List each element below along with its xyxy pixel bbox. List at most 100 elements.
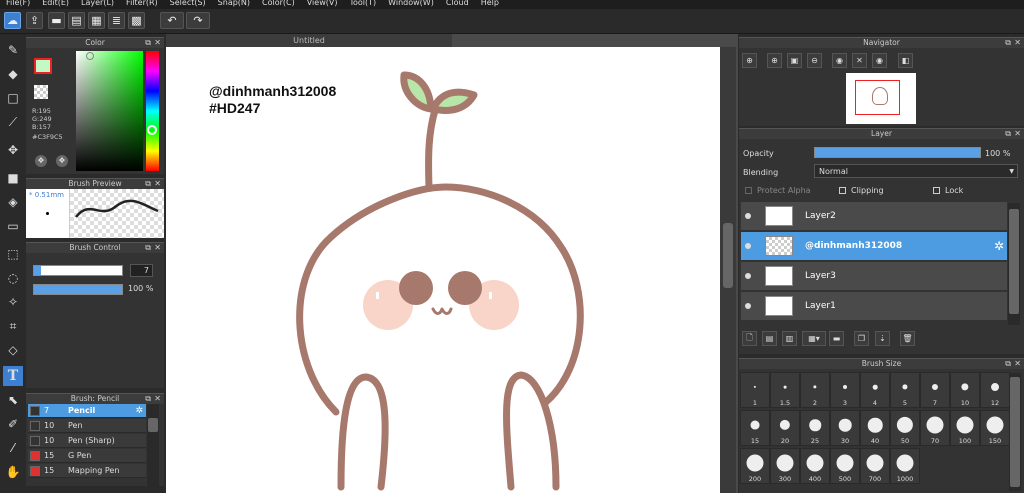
share-icon[interactable]: ⇪: [26, 12, 43, 29]
saturation-value-picker[interactable]: [76, 51, 143, 171]
brush-list-item[interactable]: 15 Mapping Pen: [28, 464, 146, 478]
brush-size-option[interactable]: 500: [830, 448, 860, 484]
rotate-left-icon[interactable]: ◉: [832, 53, 847, 68]
maximize-icon[interactable]: ⧉: [1005, 359, 1011, 369]
brush-size-option[interactable]: 4: [860, 372, 890, 408]
page-icon[interactable]: ▦: [88, 12, 105, 29]
brush-size-option[interactable]: 100: [950, 410, 980, 446]
brush-size-option[interactable]: 1: [740, 372, 770, 408]
new-8bit-layer-icon[interactable]: ▤: [762, 331, 777, 346]
brush-list-item[interactable]: 7 Pencil ✲: [28, 404, 146, 418]
close-icon[interactable]: ✕: [1014, 38, 1021, 48]
maximize-icon[interactable]: ⧉: [145, 394, 151, 404]
menu-item[interactable]: Filter(R): [120, 0, 164, 9]
brush-list-item[interactable]: 10 Pen: [28, 419, 146, 433]
brush-size-option[interactable]: 30: [830, 410, 860, 446]
text-tool-icon[interactable]: T: [3, 366, 23, 386]
zoom-fit-icon[interactable]: ⊕: [742, 53, 757, 68]
fit-screen-icon[interactable]: ▣: [787, 53, 802, 68]
chat-icon[interactable]: ▤: [68, 12, 85, 29]
close-icon[interactable]: ✕: [154, 38, 161, 48]
brush-size-option[interactable]: 40: [860, 410, 890, 446]
layer-scrollbar[interactable]: [1008, 203, 1020, 325]
gradient-tool-icon[interactable]: ▭: [3, 216, 23, 236]
line-tool-icon[interactable]: ⟋: [3, 112, 23, 132]
trash-icon[interactable]: 🗑: [900, 331, 915, 346]
new-layer-icon[interactable]: 🗋: [742, 331, 757, 346]
hue-cursor[interactable]: [147, 125, 157, 135]
menu-item[interactable]: Color(C): [256, 0, 301, 9]
menu-item[interactable]: View(V): [301, 0, 344, 9]
maximize-icon[interactable]: ⧉: [145, 243, 151, 253]
hue-slider[interactable]: [146, 51, 159, 171]
reset-rotation-icon[interactable]: ✕: [852, 53, 867, 68]
brush-size-option[interactable]: 200: [740, 448, 770, 484]
layer-row[interactable]: @dinhmanh312008 ✲: [741, 232, 1007, 261]
fill-rect-tool-icon[interactable]: ■: [3, 168, 23, 188]
brush-size-option[interactable]: 70: [920, 410, 950, 446]
brush-size-option[interactable]: 25: [800, 410, 830, 446]
brush-size-option[interactable]: 700: [860, 448, 890, 484]
brush-size-option[interactable]: 3: [830, 372, 860, 408]
primary-color-swatch[interactable]: [34, 58, 52, 74]
eyedropper-icon[interactable]: ✐: [3, 414, 23, 434]
brush-size-scrollbar[interactable]: [1009, 373, 1021, 491]
brush-size-option[interactable]: 150: [980, 410, 1010, 446]
list-icon[interactable]: ≣: [108, 12, 125, 29]
maximize-icon[interactable]: ⧉: [1005, 38, 1011, 48]
brush-size-option[interactable]: 1000: [890, 448, 920, 484]
hand-tool-icon[interactable]: ✋: [3, 462, 23, 482]
menu-item[interactable]: Tool(T): [343, 0, 382, 9]
brush-list-scrollbar[interactable]: [147, 404, 159, 493]
layer-opacity-slider[interactable]: [814, 147, 981, 158]
clipping-checkbox[interactable]: [839, 187, 846, 194]
select-pen-icon[interactable]: ⌗: [3, 316, 23, 336]
brush-size-option[interactable]: 5: [890, 372, 920, 408]
visibility-icon[interactable]: [745, 273, 751, 279]
visibility-icon[interactable]: [745, 303, 751, 309]
select-rect-icon[interactable]: ⬚: [3, 244, 23, 264]
brush-size-option[interactable]: 20: [770, 410, 800, 446]
comment-icon[interactable]: ▬: [48, 12, 65, 29]
eraser-tool-icon[interactable]: ◆: [3, 64, 23, 84]
close-icon[interactable]: ✕: [154, 394, 161, 404]
palette-add-icon[interactable]: ❖: [56, 155, 68, 167]
menu-item[interactable]: File(F): [0, 0, 36, 9]
brush-opacity-slider[interactable]: [33, 284, 123, 295]
brush-size-option[interactable]: 7: [920, 372, 950, 408]
menu-item[interactable]: Edit(E): [36, 0, 75, 9]
protect-alpha-checkbox[interactable]: [745, 187, 752, 194]
gear-icon[interactable]: ✲: [994, 239, 1004, 253]
close-icon[interactable]: ✕: [1014, 359, 1021, 369]
menu-item[interactable]: Layer(L): [75, 0, 120, 9]
bucket-tool-icon[interactable]: ◈: [3, 192, 23, 212]
brush-size-option[interactable]: 10: [950, 372, 980, 408]
maximize-icon[interactable]: ⧉: [145, 179, 151, 189]
layer-row[interactable]: Layer3: [741, 262, 1007, 291]
brush-size-option[interactable]: 1.5: [770, 372, 800, 408]
lock-checkbox[interactable]: [933, 187, 940, 194]
magic-wand-icon[interactable]: ✧: [3, 292, 23, 312]
brush-size-option[interactable]: 2: [800, 372, 830, 408]
operation-tool-icon[interactable]: ⬉: [3, 390, 23, 410]
close-icon[interactable]: ✕: [1014, 129, 1021, 139]
layer-row[interactable]: Layer2: [741, 202, 1007, 231]
lasso-icon[interactable]: ◌: [3, 268, 23, 288]
palette-icon[interactable]: ❖: [35, 155, 47, 167]
layer-row[interactable]: Layer1: [741, 292, 1007, 321]
drawing-canvas[interactable]: @dinhmanh312008 #HD247: [166, 47, 720, 493]
zoom-in-icon[interactable]: ⊕: [767, 53, 782, 68]
grid-icon[interactable]: ▩: [128, 12, 145, 29]
visibility-icon[interactable]: [745, 213, 751, 219]
brush-tool-icon[interactable]: ✎: [3, 40, 23, 60]
new-1bit-layer-icon[interactable]: ▥: [782, 331, 797, 346]
gear-icon[interactable]: ✲: [135, 404, 143, 418]
duplicate-layer-icon[interactable]: ❐: [854, 331, 869, 346]
rect-tool-icon[interactable]: □: [3, 88, 23, 108]
close-icon[interactable]: ✕: [154, 243, 161, 253]
add-layer-menu-icon[interactable]: ▦▾: [802, 331, 826, 346]
menu-item[interactable]: Snap(N): [212, 0, 256, 9]
brush-size-slider[interactable]: [33, 265, 123, 276]
brush-size-option[interactable]: 12: [980, 372, 1010, 408]
redo-button[interactable]: ↷: [186, 12, 210, 29]
